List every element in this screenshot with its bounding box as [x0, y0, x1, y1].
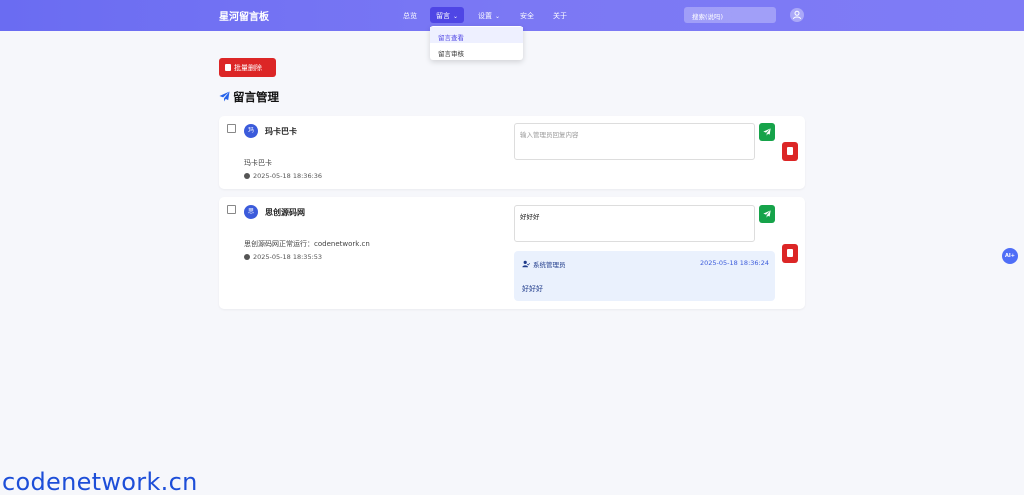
dropdown-item-view-messages[interactable]: 留言查看 [430, 27, 523, 43]
delete-message-button[interactable] [782, 244, 798, 263]
ai-assistant-button[interactable]: AI+ [1002, 248, 1018, 264]
trash-icon [787, 147, 793, 155]
reply-input[interactable]: 好好好 [514, 205, 755, 242]
paper-plane-icon [763, 128, 771, 136]
brand-logo[interactable]: 星河留言板 [219, 8, 269, 23]
message-card: 思 思创源码网 思创源码网正常运行：codenetwork.cn 2025-05… [219, 197, 805, 309]
message-content: 思创源码网正常运行：codenetwork.cn [244, 240, 370, 248]
message-time-text: 2025-05-18 18:35:53 [253, 253, 323, 261]
message-card: 玛 玛卡巴卡 玛卡巴卡 2025-05-18 18:36:36 输入管理员回复内… [219, 116, 805, 189]
select-checkbox[interactable] [227, 205, 236, 214]
admin-reply-text: 好好好 [522, 285, 543, 293]
search-input[interactable]: 搜索(说吗) [684, 7, 776, 23]
user-check-icon [522, 260, 531, 268]
admin-reply: 系统管理员 2025-05-18 18:36:24 好好好 [514, 251, 775, 301]
message-time: 2025-05-18 18:36:36 [244, 172, 322, 180]
paper-plane-icon [219, 91, 230, 102]
reply-input[interactable]: 输入管理员回复内容 [514, 123, 755, 160]
nav-item-messages[interactable]: 留言 ⌄ [430, 7, 465, 23]
avatar: 玛 [244, 124, 258, 138]
admin-reply-time: 2025-05-18 18:36:24 [699, 259, 769, 267]
paper-plane-icon [763, 210, 771, 218]
admin-reply-author: 系统管理员 [522, 259, 566, 269]
nav-item-overview[interactable]: 总览 [403, 11, 417, 21]
bulk-delete-label: 批量删除 [234, 64, 262, 72]
chevron-down-icon: ⌄ [453, 13, 459, 20]
select-checkbox[interactable] [227, 124, 236, 133]
message-author: 玛卡巴卡 [265, 127, 297, 136]
user-icon [793, 10, 801, 20]
message-author: 思创源码网 [265, 208, 305, 217]
clock-icon [244, 172, 250, 179]
page-title: 留言管理 [219, 89, 279, 105]
dropdown-item-review-messages[interactable]: 留言审核 [430, 43, 523, 59]
nav-item-about[interactable]: 关于 [553, 11, 567, 21]
page-title-text: 留言管理 [233, 90, 279, 104]
clock-icon [244, 253, 250, 260]
messages-dropdown-menu: 留言查看 留言审核 [430, 26, 523, 60]
nav-item-label: 留言 [436, 12, 450, 20]
message-content: 玛卡巴卡 [244, 159, 272, 167]
bulk-delete-button[interactable]: 批量删除 [219, 58, 276, 77]
watermark-text: codenetwork.cn [2, 468, 198, 495]
delete-message-button[interactable] [782, 142, 798, 161]
nav-item-label: 设置 [478, 12, 492, 20]
message-time-text: 2025-05-18 18:36:36 [253, 172, 323, 180]
nav-item-security[interactable]: 安全 [520, 11, 534, 21]
trash-icon [225, 64, 231, 71]
nav-item-settings[interactable]: 设置 ⌄ [478, 11, 500, 21]
avatar: 思 [244, 205, 258, 219]
chevron-down-icon: ⌄ [495, 13, 501, 20]
admin-reply-name: 系统管理员 [533, 261, 566, 269]
user-avatar-button[interactable] [790, 8, 804, 22]
send-reply-button[interactable] [759, 205, 775, 223]
trash-icon [787, 249, 793, 257]
message-time: 2025-05-18 18:35:53 [244, 253, 322, 261]
send-reply-button[interactable] [759, 123, 775, 141]
